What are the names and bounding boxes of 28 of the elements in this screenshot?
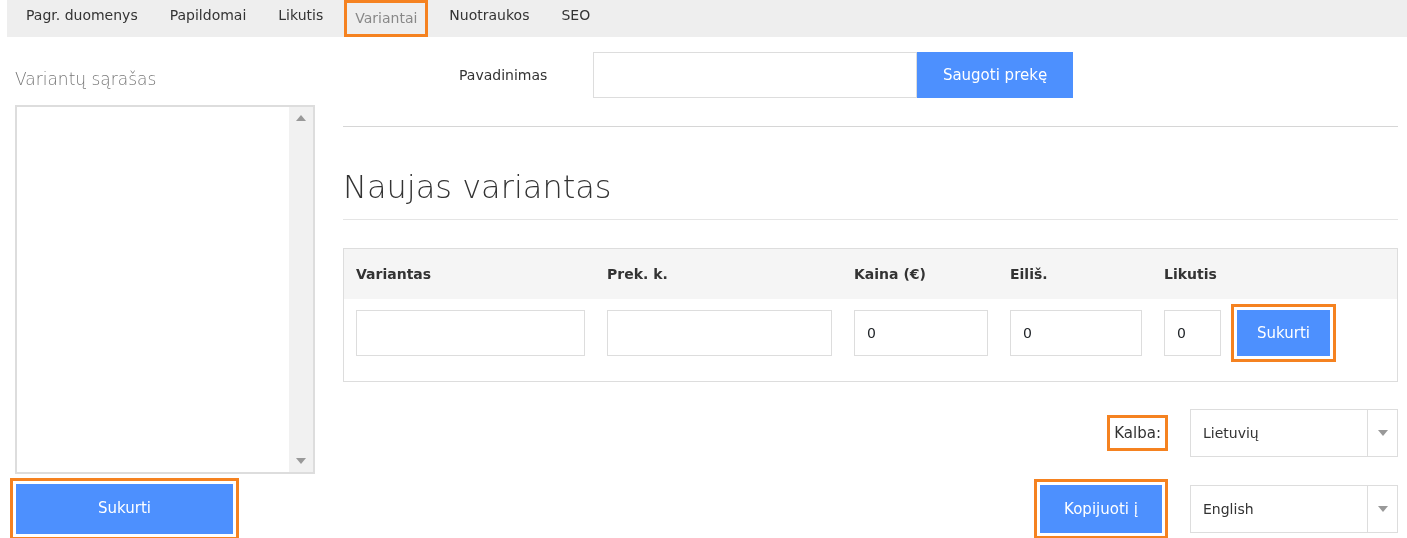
column-header: Likutis	[1164, 264, 1218, 284]
input-field[interactable]	[607, 310, 832, 356]
section-title: Variantų sąrašas	[15, 68, 158, 91]
section-heading: Naujas variantas	[343, 167, 613, 208]
target-language-select[interactable]: English	[1190, 485, 1398, 533]
scrollbar[interactable]	[289, 106, 313, 472]
input-field[interactable]: 0	[1010, 310, 1142, 356]
tab[interactable]: Papildomai	[158, 0, 258, 37]
column-header: Eiliš.	[1010, 264, 1049, 284]
dropdown-caret-icon[interactable]	[1377, 506, 1388, 512]
tab[interactable]: SEO	[550, 0, 602, 37]
variant-listbox[interactable]	[15, 104, 315, 474]
column-header: Prek. k.	[607, 264, 669, 284]
input-field[interactable]: 0	[1164, 310, 1221, 356]
language-select[interactable]: Lietuvių	[1190, 409, 1398, 457]
language-label: Kalba:	[1107, 414, 1168, 452]
scroll-down-icon[interactable]	[296, 457, 306, 464]
column-header: Kaina (€)	[854, 264, 927, 284]
name-input[interactable]	[593, 52, 917, 98]
dropdown-caret-icon[interactable]	[1377, 430, 1388, 436]
input-field[interactable]: 0	[854, 310, 988, 356]
field-label: Pavadinimas	[459, 65, 549, 85]
column-header: Variantas	[356, 264, 433, 284]
tab[interactable]: Pagr. duomenys	[15, 0, 149, 37]
input-field[interactable]	[356, 310, 585, 356]
scroll-up-icon[interactable]	[296, 114, 306, 121]
tab[interactable]: Likutis	[267, 0, 335, 37]
tab[interactable]: Nuotraukos	[438, 0, 541, 37]
